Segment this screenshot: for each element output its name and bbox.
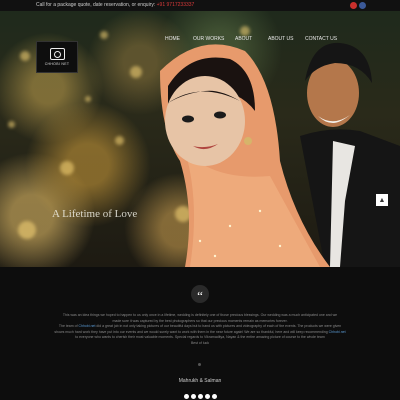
testimonial-line: This was an idea things we hoped to happ… (62, 313, 338, 317)
google-plus-icon[interactable] (350, 2, 357, 9)
company-link[interactable]: Chhobi.net (329, 330, 346, 334)
testimonial-line: Best of luck (190, 340, 210, 345)
camera-icon (49, 48, 65, 60)
slider-dot[interactable] (183, 394, 189, 399)
testimonial-fragment: The team of (58, 324, 79, 328)
testimonial-line: to everyone who wants to cherish their m… (75, 335, 325, 339)
slider-pagination (0, 394, 400, 399)
company-link[interactable]: Chhobi.net (79, 324, 96, 328)
site-logo[interactable]: CHHOBI NET (36, 41, 78, 73)
top-bar: Call for a package quote, date reservati… (0, 0, 400, 11)
logo-text: CHHOBI NET (44, 62, 70, 66)
testimonial-fragment: did a great job in not only taking pictu… (95, 324, 342, 328)
testimonial-fragment: shows much hard work they have put into … (54, 329, 329, 334)
facebook-icon[interactable] (359, 2, 366, 9)
nav-item-about[interactable]: ABOUT (235, 36, 252, 42)
call-label: Call for a package quote, date reservati… (36, 2, 156, 8)
nav-item-our-works[interactable]: OUR WORKS (193, 36, 224, 42)
scroll-to-top-button[interactable]: ▲ (376, 194, 388, 206)
quote-icon: “ (191, 285, 209, 303)
testimonial-text: This was an idea things we hoped to happ… (44, 313, 356, 346)
slider-dot[interactable] (190, 394, 196, 399)
slider-dot[interactable] (204, 394, 210, 399)
hero-tagline: A Lifetime of Love (52, 208, 138, 220)
hero-banner: CHHOBI NET HOME OUR WORKS ABOUT ABOUT US… (0, 11, 400, 267)
separator-dot (198, 363, 201, 366)
nav-item-contact-us[interactable]: CONTACT US (305, 36, 337, 42)
contact-call-text: Call for a package quote, date reservati… (36, 0, 194, 11)
nav-item-home[interactable]: HOME (165, 36, 180, 42)
slider-dot[interactable] (211, 394, 217, 399)
arrow-up-icon: ▲ (378, 196, 386, 204)
testimonial-section: “ This was an idea things we hoped to ha… (0, 267, 400, 400)
social-links (350, 2, 366, 9)
slider-dot[interactable] (197, 394, 203, 399)
phone-number-link[interactable]: +91 9717233337 (157, 2, 195, 8)
testimonial-author: Mahrukh & Salman (178, 378, 222, 384)
nav-item-about-us[interactable]: ABOUT US (268, 36, 293, 42)
